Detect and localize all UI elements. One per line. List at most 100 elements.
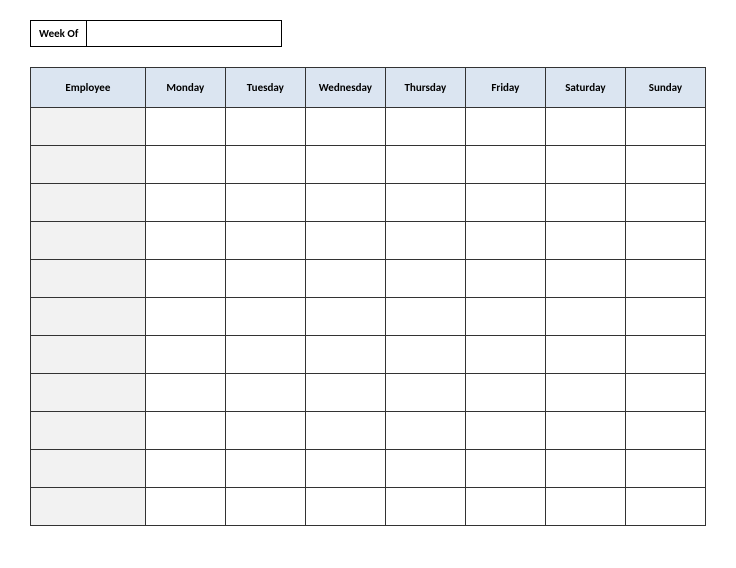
employee-cell[interactable] bbox=[31, 488, 146, 526]
day-cell[interactable] bbox=[385, 412, 465, 450]
day-cell[interactable] bbox=[625, 108, 705, 146]
day-cell[interactable] bbox=[385, 488, 465, 526]
day-cell[interactable] bbox=[145, 488, 225, 526]
day-cell[interactable] bbox=[385, 108, 465, 146]
day-cell[interactable] bbox=[145, 260, 225, 298]
day-cell[interactable] bbox=[145, 412, 225, 450]
day-cell[interactable] bbox=[145, 374, 225, 412]
day-cell[interactable] bbox=[225, 108, 305, 146]
day-cell[interactable] bbox=[145, 336, 225, 374]
day-cell[interactable] bbox=[465, 412, 545, 450]
day-cell[interactable] bbox=[545, 146, 625, 184]
week-of-input[interactable] bbox=[87, 20, 282, 47]
employee-cell[interactable] bbox=[31, 298, 146, 336]
day-cell[interactable] bbox=[545, 336, 625, 374]
table-row bbox=[31, 146, 706, 184]
employee-cell[interactable] bbox=[31, 184, 146, 222]
day-cell[interactable] bbox=[545, 412, 625, 450]
day-cell[interactable] bbox=[145, 108, 225, 146]
day-cell[interactable] bbox=[625, 412, 705, 450]
day-cell[interactable] bbox=[545, 108, 625, 146]
day-cell[interactable] bbox=[465, 260, 545, 298]
employee-cell[interactable] bbox=[31, 412, 146, 450]
day-cell[interactable] bbox=[305, 488, 385, 526]
week-of-section: Week Of bbox=[30, 20, 706, 47]
day-cell[interactable] bbox=[385, 374, 465, 412]
day-cell[interactable] bbox=[545, 260, 625, 298]
day-cell[interactable] bbox=[225, 450, 305, 488]
schedule-table: Employee Monday Tuesday Wednesday Thursd… bbox=[30, 67, 706, 526]
day-cell[interactable] bbox=[625, 260, 705, 298]
employee-cell[interactable] bbox=[31, 260, 146, 298]
day-cell[interactable] bbox=[385, 336, 465, 374]
day-cell[interactable] bbox=[305, 374, 385, 412]
day-cell[interactable] bbox=[225, 146, 305, 184]
day-cell[interactable] bbox=[465, 298, 545, 336]
day-cell[interactable] bbox=[305, 336, 385, 374]
day-cell[interactable] bbox=[625, 222, 705, 260]
day-cell[interactable] bbox=[545, 298, 625, 336]
day-cell[interactable] bbox=[385, 222, 465, 260]
day-cell[interactable] bbox=[385, 260, 465, 298]
day-cell[interactable] bbox=[465, 488, 545, 526]
table-row bbox=[31, 222, 706, 260]
day-cell[interactable] bbox=[225, 298, 305, 336]
table-row bbox=[31, 184, 706, 222]
day-cell[interactable] bbox=[225, 374, 305, 412]
day-cell[interactable] bbox=[465, 450, 545, 488]
day-cell[interactable] bbox=[465, 146, 545, 184]
employee-cell[interactable] bbox=[31, 108, 146, 146]
week-of-label: Week Of bbox=[30, 20, 87, 47]
employee-cell[interactable] bbox=[31, 336, 146, 374]
day-cell[interactable] bbox=[145, 184, 225, 222]
day-cell[interactable] bbox=[625, 298, 705, 336]
day-cell[interactable] bbox=[465, 336, 545, 374]
day-cell[interactable] bbox=[225, 222, 305, 260]
day-cell[interactable] bbox=[625, 374, 705, 412]
day-cell[interactable] bbox=[305, 412, 385, 450]
day-cell[interactable] bbox=[225, 336, 305, 374]
day-cell[interactable] bbox=[625, 184, 705, 222]
table-row bbox=[31, 108, 706, 146]
day-cell[interactable] bbox=[465, 222, 545, 260]
day-cell[interactable] bbox=[145, 450, 225, 488]
day-cell[interactable] bbox=[385, 450, 465, 488]
day-cell[interactable] bbox=[625, 146, 705, 184]
table-row bbox=[31, 412, 706, 450]
day-cell[interactable] bbox=[545, 222, 625, 260]
header-monday: Monday bbox=[145, 68, 225, 108]
day-cell[interactable] bbox=[625, 488, 705, 526]
day-cell[interactable] bbox=[305, 146, 385, 184]
day-cell[interactable] bbox=[225, 260, 305, 298]
day-cell[interactable] bbox=[545, 488, 625, 526]
day-cell[interactable] bbox=[305, 184, 385, 222]
employee-cell[interactable] bbox=[31, 374, 146, 412]
employee-cell[interactable] bbox=[31, 146, 146, 184]
day-cell[interactable] bbox=[545, 184, 625, 222]
table-row bbox=[31, 298, 706, 336]
day-cell[interactable] bbox=[145, 298, 225, 336]
day-cell[interactable] bbox=[305, 222, 385, 260]
day-cell[interactable] bbox=[625, 336, 705, 374]
day-cell[interactable] bbox=[545, 374, 625, 412]
day-cell[interactable] bbox=[545, 450, 625, 488]
day-cell[interactable] bbox=[305, 260, 385, 298]
day-cell[interactable] bbox=[305, 108, 385, 146]
day-cell[interactable] bbox=[145, 222, 225, 260]
day-cell[interactable] bbox=[145, 146, 225, 184]
employee-cell[interactable] bbox=[31, 222, 146, 260]
day-cell[interactable] bbox=[305, 298, 385, 336]
day-cell[interactable] bbox=[225, 488, 305, 526]
header-sunday: Sunday bbox=[625, 68, 705, 108]
day-cell[interactable] bbox=[465, 374, 545, 412]
day-cell[interactable] bbox=[385, 146, 465, 184]
day-cell[interactable] bbox=[305, 450, 385, 488]
day-cell[interactable] bbox=[225, 184, 305, 222]
day-cell[interactable] bbox=[385, 184, 465, 222]
day-cell[interactable] bbox=[225, 412, 305, 450]
employee-cell[interactable] bbox=[31, 450, 146, 488]
day-cell[interactable] bbox=[385, 298, 465, 336]
day-cell[interactable] bbox=[625, 450, 705, 488]
day-cell[interactable] bbox=[465, 108, 545, 146]
day-cell[interactable] bbox=[465, 184, 545, 222]
